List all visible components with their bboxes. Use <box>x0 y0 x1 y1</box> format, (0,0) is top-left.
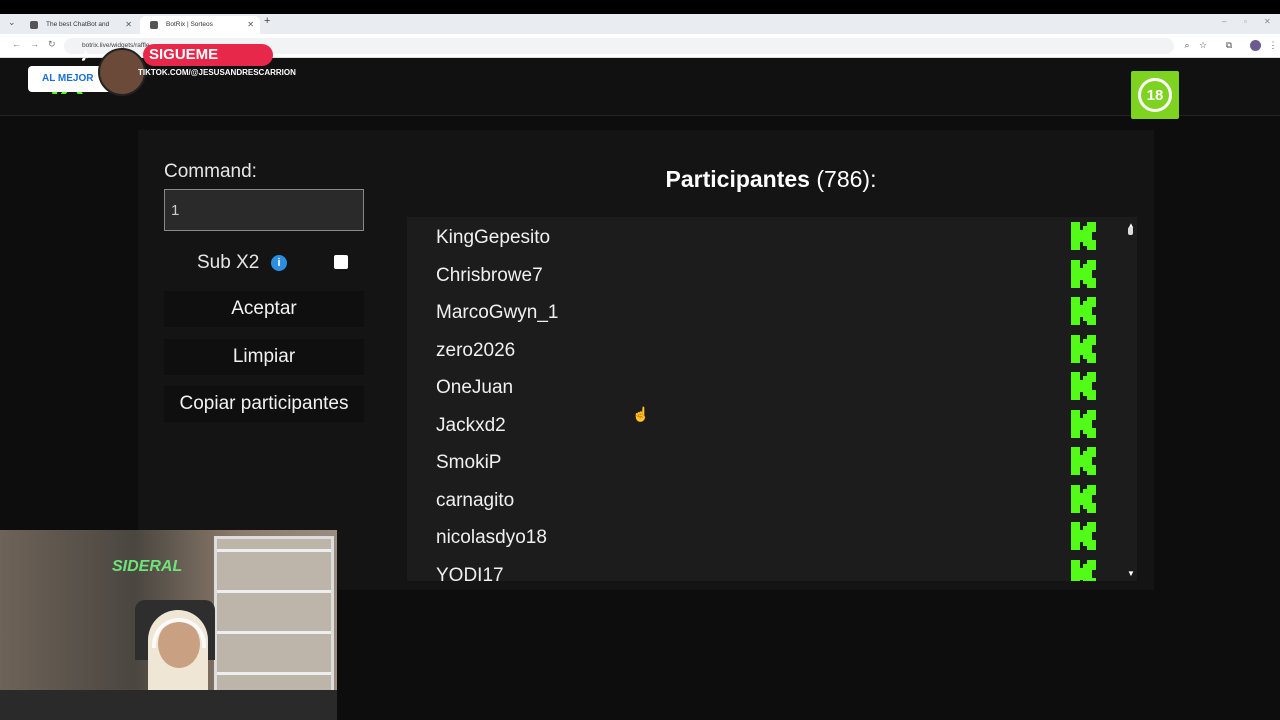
profile-avatar[interactable] <box>1250 40 1261 51</box>
kick-icon <box>1071 259 1096 288</box>
back-icon[interactable]: ← <box>12 39 21 49</box>
participant-name: YODI17 <box>436 564 504 582</box>
tab-chatbot[interactable]: The best ChatBot and Widgets ✕ <box>20 16 138 46</box>
bookmark-star-icon[interactable]: ☆ <box>1198 40 1208 50</box>
participant-row: Jackxd2 <box>407 407 1107 445</box>
close-tab-icon[interactable]: ✕ <box>247 16 254 34</box>
tab-sorteos[interactable]: BotRix | Sorteos ✕ <box>140 16 260 34</box>
mouse-cursor-icon: ☝ <box>632 406 650 422</box>
participant-row: MarcoGwyn_1 <box>407 294 1107 332</box>
tab-list-icon[interactable]: ⌄ <box>8 17 16 28</box>
participant-row: Chrisbrowe7 <box>407 257 1107 295</box>
participant-row: nicolasdyo18 <box>407 519 1107 557</box>
menu-icon[interactable]: ⋮ <box>1268 40 1278 50</box>
kick-icon <box>1071 334 1096 363</box>
info-icon[interactable]: i <box>271 255 287 271</box>
participant-row: OneJuan <box>407 369 1107 407</box>
participants-count: (786): <box>816 166 877 192</box>
page: IX AL MEJOR ♪ SIGUEME TIKTOK.COM/@JESUSA… <box>0 44 1280 720</box>
participant-row: YODI17 <box>407 557 1107 582</box>
webcam-neon-sign: SIDERAL <box>112 558 183 575</box>
scrollbar-thumb[interactable] <box>1128 227 1133 235</box>
webcam-monitor <box>0 690 337 720</box>
clear-button[interactable]: Limpiar <box>164 339 364 375</box>
command-label: Command: <box>164 161 257 182</box>
close-window-icon[interactable]: ✕ <box>1264 17 1271 26</box>
kick-icon <box>1071 372 1096 400</box>
kick-icon <box>1071 559 1096 581</box>
participant-name: Jackxd2 <box>436 414 506 436</box>
participant-name: OneJuan <box>436 377 514 398</box>
tab-label: BotRix | Sorteos <box>166 21 213 28</box>
command-input[interactable] <box>164 189 364 231</box>
zoom-icon[interactable]: ⌕ <box>1182 40 1192 50</box>
sub-x2-label: Sub X2 <box>197 252 260 273</box>
participant-row: KingGepesito <box>407 219 1107 257</box>
webcam-shelf <box>214 536 334 716</box>
kick-icon <box>1071 409 1096 438</box>
kick-icon <box>1071 522 1096 550</box>
participants-title: Participantes (786): <box>407 166 1135 193</box>
participants-title-label: Participantes <box>665 166 810 192</box>
tiktok-icon: ♪ <box>80 44 90 66</box>
browser-tabbar: ⌄ The best ChatBot and Widgets ✕ BotRix … <box>0 14 1280 46</box>
participants-list[interactable]: ▲ ▼ KingGepesito Chrisbrowe7 MarcoGwyn_1 ze… <box>407 217 1137 581</box>
close-tab-icon[interactable]: ✕ <box>125 16 132 34</box>
favicon-icon <box>30 21 38 29</box>
maximize-icon[interactable]: ▫ <box>1244 17 1247 26</box>
participant-name: carnagito <box>436 489 515 511</box>
participant-row: carnagito <box>407 482 1107 520</box>
stream-overlay: AL MEJOR ♪ SIGUEME TIKTOK.COM/@JESUSANDR… <box>28 44 296 108</box>
overlay-handle: TIKTOK.COM/@JESUSANDRESCARRION <box>138 68 296 77</box>
favicon-icon <box>150 21 158 29</box>
scroll-down-icon[interactable]: ▼ <box>1127 569 1135 578</box>
new-tab-icon[interactable]: + <box>264 15 270 27</box>
kick-icon <box>1071 297 1096 325</box>
participant-name: nicolasdyo18 <box>436 527 547 548</box>
kick-icon <box>1071 222 1096 250</box>
participant-row: zero2026 <box>407 332 1107 370</box>
participant-row: SmokiP <box>407 444 1107 482</box>
participant-name: zero2026 <box>436 339 516 361</box>
kick-icon <box>1071 484 1096 513</box>
participant-name: KingGepesito <box>436 227 551 248</box>
age-18-icon: 18 <box>1138 78 1172 112</box>
kick-icon <box>1071 447 1096 475</box>
extensions-icon[interactable]: ⧉ <box>1224 40 1234 50</box>
participant-name: SmokiP <box>436 452 502 473</box>
site-header: IX AL MEJOR ♪ SIGUEME TIKTOK.COM/@JESUSA… <box>0 44 1280 119</box>
overlay-follow-banner: SIGUEME <box>143 44 273 66</box>
accept-button[interactable]: Aceptar <box>164 291 364 327</box>
webcam-overlay: SIDERAL <box>0 530 337 720</box>
age-18-badge: 18 <box>1131 71 1179 119</box>
copy-participants-button[interactable]: Copiar participantes <box>164 386 364 422</box>
sub-x2-checkbox[interactable] <box>334 255 348 269</box>
participant-name: MarcoGwyn_1 <box>436 302 559 323</box>
minimize-icon[interactable]: – <box>1222 17 1226 26</box>
participant-name: Chrisbrowe7 <box>436 264 543 286</box>
